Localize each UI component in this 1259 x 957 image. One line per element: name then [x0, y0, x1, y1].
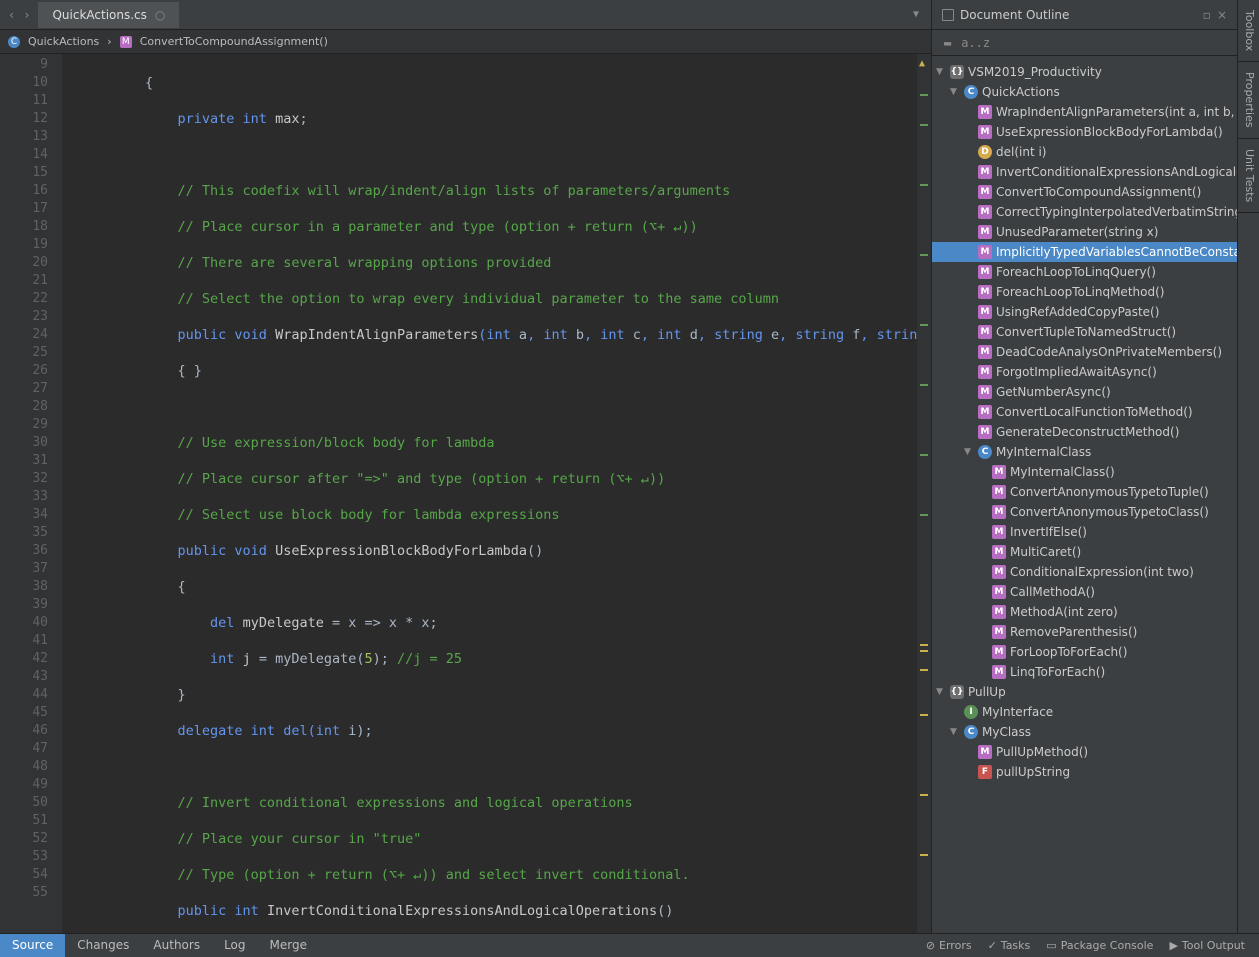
tab-source[interactable]: Source [0, 934, 65, 957]
status-tool-output[interactable]: ▶Tool Output [1169, 939, 1245, 952]
status-errors[interactable]: ⊘Errors [926, 939, 972, 952]
breadcrumb-class[interactable]: QuickActions [28, 35, 99, 48]
tree-method[interactable]: MUnusedParameter(string x) [932, 222, 1237, 242]
collapse-icon[interactable]: ▬ [944, 36, 951, 50]
tab-dropdown-icon[interactable]: ▼ [901, 9, 931, 20]
tree-method[interactable]: MGenerateDeconstructMethod() [932, 422, 1237, 442]
code-editor[interactable]: { private int max; // This codefix will … [62, 54, 917, 933]
tree-delegate[interactable]: Ddel(int i) [932, 142, 1237, 162]
tree-method-selected[interactable]: MImplicitlyTypedVariablesCannotBeConstan… [932, 242, 1237, 262]
line-gutter: 9101112131415161718192021222324252627282… [0, 54, 62, 933]
tree-method[interactable]: MPullUpMethod() [932, 742, 1237, 762]
tree-method[interactable]: MConvertTupleToNamedStruct() [932, 322, 1237, 342]
tree-namespace[interactable]: ▼{}PullUp [932, 682, 1237, 702]
tree-method[interactable]: MForLoopToForEach() [932, 642, 1237, 662]
tree-method[interactable]: MMethodA(int zero) [932, 602, 1237, 622]
tab-authors[interactable]: Authors [141, 934, 212, 957]
status-bar: ⊘Errors ✓Tasks ▭Package Console ▶Tool Ou… [879, 933, 1259, 957]
marker-strip: ▲ [917, 54, 931, 933]
tree-method[interactable]: MForeachLoopToLinqQuery() [932, 262, 1237, 282]
tab-changes[interactable]: Changes [65, 934, 141, 957]
tree-method[interactable]: MInvertConditionalExpressionsAndLogicalO… [932, 162, 1237, 182]
play-icon: ▶ [1169, 939, 1177, 952]
close-icon[interactable]: ○ [155, 8, 165, 22]
tab-filename: QuickActions.cs [52, 8, 146, 22]
tree-method[interactable]: MConvertAnonymousTypetoClass() [932, 502, 1237, 522]
sort-label[interactable]: a..z [961, 36, 990, 50]
tree-method[interactable]: MGetNumberAsync() [932, 382, 1237, 402]
tree-method[interactable]: MForgotImpliedAwaitAsync() [932, 362, 1237, 382]
nav-forward-icon[interactable]: › [23, 8, 30, 22]
sidebar-tab-unit-tests[interactable]: Unit Tests [1238, 139, 1259, 213]
tree-method[interactable]: MRemoveParenthesis() [932, 622, 1237, 642]
tree-method[interactable]: MMultiCaret() [932, 542, 1237, 562]
tree-method[interactable]: MConvertToCompoundAssignment() [932, 182, 1237, 202]
tree-method[interactable]: MCorrectTypingInterpolatedVerbatimString… [932, 202, 1237, 222]
tree-field[interactable]: FpullUpString [932, 762, 1237, 782]
sidebar-tab-properties[interactable]: Properties [1238, 62, 1259, 139]
tree-class[interactable]: ▼CMyClass [932, 722, 1237, 742]
bottom-tabs: Source Changes Authors Log Merge [0, 933, 931, 957]
tree-method[interactable]: MDeadCodeAnalysOnPrivateMembers() [932, 342, 1237, 362]
tab-merge[interactable]: Merge [258, 934, 319, 957]
tree-method[interactable]: MForeachLoopToLinqMethod() [932, 282, 1237, 302]
warning-icon: ▲ [919, 58, 925, 69]
error-icon: ⊘ [926, 939, 935, 952]
check-icon: ✓ [988, 939, 997, 952]
terminal-icon: ▭ [1046, 939, 1056, 952]
tree-method[interactable]: MCallMethodA() [932, 582, 1237, 602]
close-panel-icon[interactable]: × [1217, 8, 1227, 22]
status-package-console[interactable]: ▭Package Console [1046, 939, 1153, 952]
tree-method[interactable]: MLinqToForEach() [932, 662, 1237, 682]
outline-title: Document Outline [960, 8, 1069, 22]
tree-method[interactable]: MConvertLocalFunctionToMethod() [932, 402, 1237, 422]
tree-method[interactable]: MMyInternalClass() [932, 462, 1237, 482]
tree-class[interactable]: ▼CQuickActions [932, 82, 1237, 102]
tree-method[interactable]: MUsingRefAddedCopyPaste() [932, 302, 1237, 322]
tree-method[interactable]: MConditionalExpression(int two) [932, 562, 1237, 582]
tab-bar: ‹ › QuickActions.cs ○ ▼ [0, 0, 931, 30]
tree-class[interactable]: ▼CMyInternalClass [932, 442, 1237, 462]
tree-namespace[interactable]: ▼{}VSM2019_Productivity [932, 62, 1237, 82]
document-icon [942, 9, 954, 21]
tree-method[interactable]: MWrapIndentAlignParameters(int a, int b,… [932, 102, 1237, 122]
tab-log[interactable]: Log [212, 934, 257, 957]
tree-method[interactable]: MConvertAnonymousTypetoTuple() [932, 482, 1237, 502]
maximize-icon[interactable]: ▫ [1203, 8, 1211, 22]
method-icon: M [120, 36, 132, 48]
sidebar-tab-toolbox[interactable]: Toolbox [1238, 0, 1259, 62]
chevron-right-icon: › [107, 35, 111, 48]
breadcrumb: C QuickActions › M ConvertToCompoundAssi… [0, 30, 931, 54]
breadcrumb-method[interactable]: ConvertToCompoundAssignment() [140, 35, 328, 48]
status-tasks[interactable]: ✓Tasks [988, 939, 1031, 952]
file-tab[interactable]: QuickActions.cs ○ [38, 2, 179, 28]
class-icon: C [8, 36, 20, 48]
tree-method[interactable]: MInvertIfElse() [932, 522, 1237, 542]
nav-back-icon[interactable]: ‹ [8, 8, 15, 22]
tree-method[interactable]: MUseExpressionBlockBodyForLambda() [932, 122, 1237, 142]
outline-tree: ▼{}VSM2019_Productivity ▼CQuickActions M… [932, 56, 1237, 957]
tree-interface[interactable]: IMyInterface [932, 702, 1237, 722]
